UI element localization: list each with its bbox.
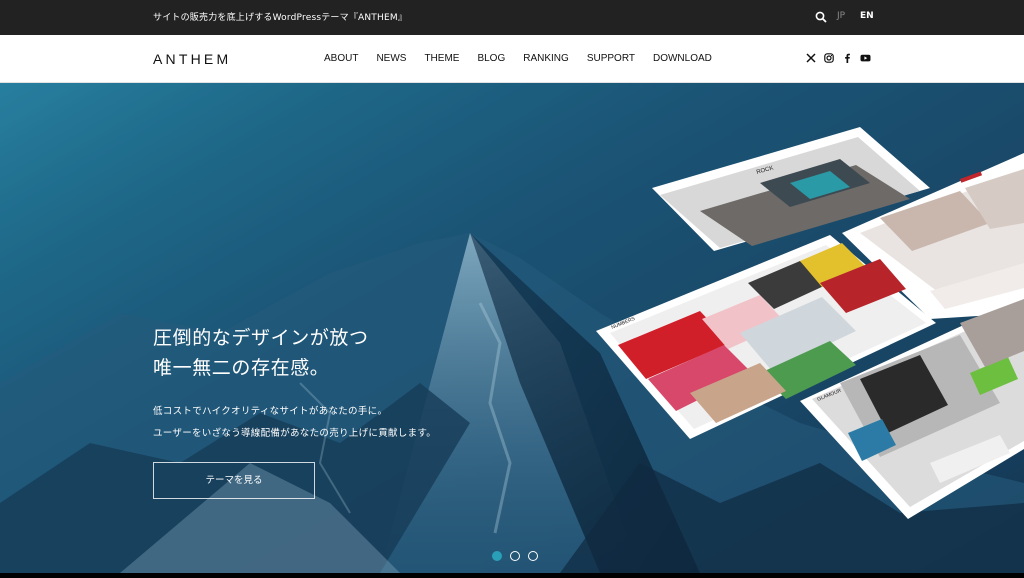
facebook-icon[interactable] bbox=[842, 53, 852, 63]
main-nav: ABOUT NEWS THEME BLOG RANKING SUPPORT DO… bbox=[324, 53, 730, 64]
nav-download[interactable]: DOWNLOAD bbox=[653, 53, 712, 64]
search-icon[interactable] bbox=[815, 11, 827, 23]
social-links bbox=[806, 53, 871, 63]
lang-jp-link[interactable]: JP bbox=[837, 11, 845, 21]
lang-en-link[interactable]: EN bbox=[860, 11, 874, 21]
hero-section: 圧倒的なデザインが放つ 唯一無二の存在感。 低コストでハイクオリティなサイトがあ… bbox=[0, 83, 1024, 573]
bottom-edge bbox=[0, 573, 1024, 578]
youtube-icon[interactable] bbox=[860, 53, 871, 63]
main-header: ANTHEM ABOUT NEWS THEME BLOG RANKING SUP… bbox=[0, 35, 1024, 83]
nav-ranking[interactable]: RANKING bbox=[523, 53, 569, 64]
nav-about[interactable]: ABOUT bbox=[324, 53, 358, 64]
site-logo[interactable]: ANTHEM bbox=[153, 51, 231, 67]
nav-support[interactable]: SUPPORT bbox=[587, 53, 635, 64]
slider-dots bbox=[492, 551, 538, 561]
instagram-icon[interactable] bbox=[824, 53, 834, 63]
nav-news[interactable]: NEWS bbox=[376, 53, 406, 64]
slider-dot-2[interactable] bbox=[510, 551, 520, 561]
nav-theme[interactable]: THEME bbox=[424, 53, 459, 64]
slider-dot-1[interactable] bbox=[492, 551, 502, 561]
nav-blog[interactable]: BLOG bbox=[477, 53, 505, 64]
slider-dot-3[interactable] bbox=[528, 551, 538, 561]
theme-mockups: ROCK NUMBERS GLAMOUR bbox=[596, 127, 1024, 519]
site-tagline: サイトの販売力を底上げするWordPressテーマ『ANTHEM』 bbox=[153, 13, 408, 23]
x-icon[interactable] bbox=[806, 53, 816, 63]
top-bar: サイトの販売力を底上げするWordPressテーマ『ANTHEM』 JP EN bbox=[0, 0, 1024, 35]
